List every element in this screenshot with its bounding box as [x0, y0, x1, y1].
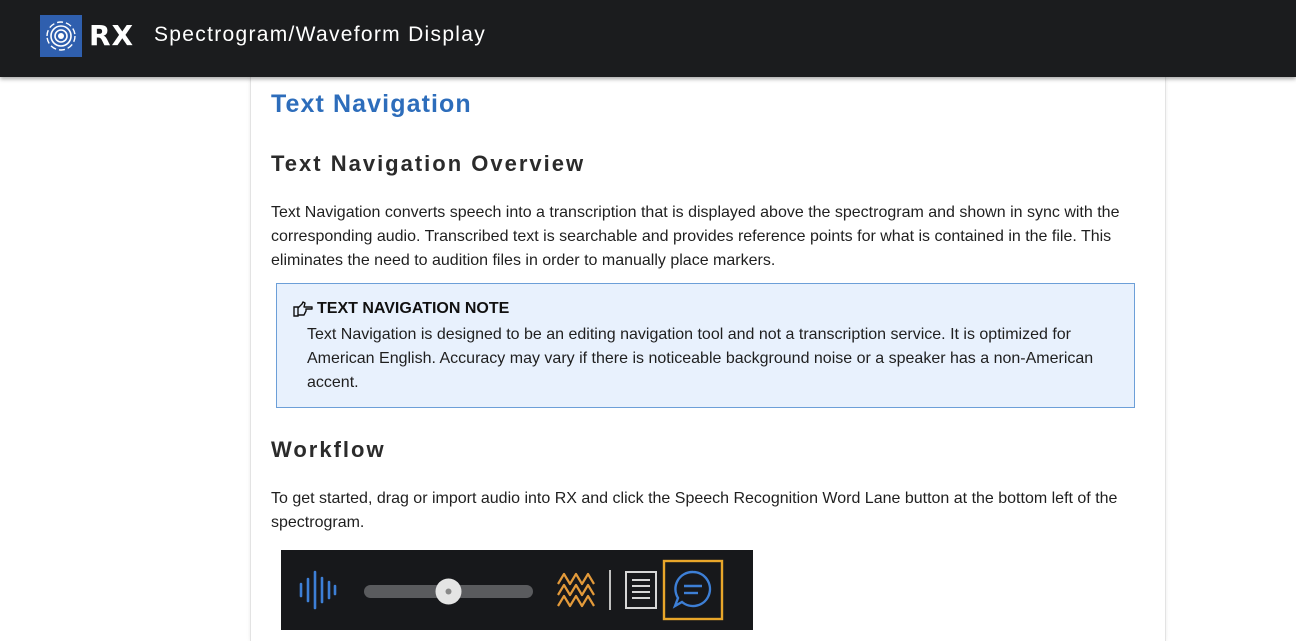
word-lane-toolbar-image [281, 550, 753, 630]
note-header: TEXT NAVIGATION NOTE [293, 300, 509, 318]
slider-thumb [435, 578, 462, 605]
note-box: TEXT NAVIGATION NOTE Text Navigation is … [276, 283, 1135, 408]
app-header: RX Spectrogram/Waveform Display [0, 0, 1296, 77]
workflow-paragraph: To get started, drag or import audio int… [271, 490, 1118, 531]
speech-bubble-icon [672, 570, 712, 609]
note-body: Text Navigation is designed to be an edi… [307, 326, 1094, 391]
workflow-heading: Workflow [271, 437, 386, 462]
document-icon [625, 571, 657, 609]
spectral-icon [557, 572, 595, 608]
page-title: Text Navigation [271, 90, 472, 118]
speech-button-highlight [662, 559, 724, 621]
overview-paragraph: Text Navigation converts speech into a t… [271, 204, 1120, 269]
note-title: TEXT NAVIGATION NOTE [317, 300, 510, 317]
rx-logo-icon[interactable] [40, 15, 82, 57]
logo-text[interactable]: RX [89, 19, 134, 52]
pointing-hand-icon [293, 301, 313, 317]
waveform-icon [299, 570, 337, 610]
header-title[interactable]: Spectrogram/Waveform Display [154, 23, 486, 47]
main-content: Text Navigation Text Navigation Overview… [250, 77, 1166, 641]
overview-heading: Text Navigation Overview [271, 151, 586, 176]
